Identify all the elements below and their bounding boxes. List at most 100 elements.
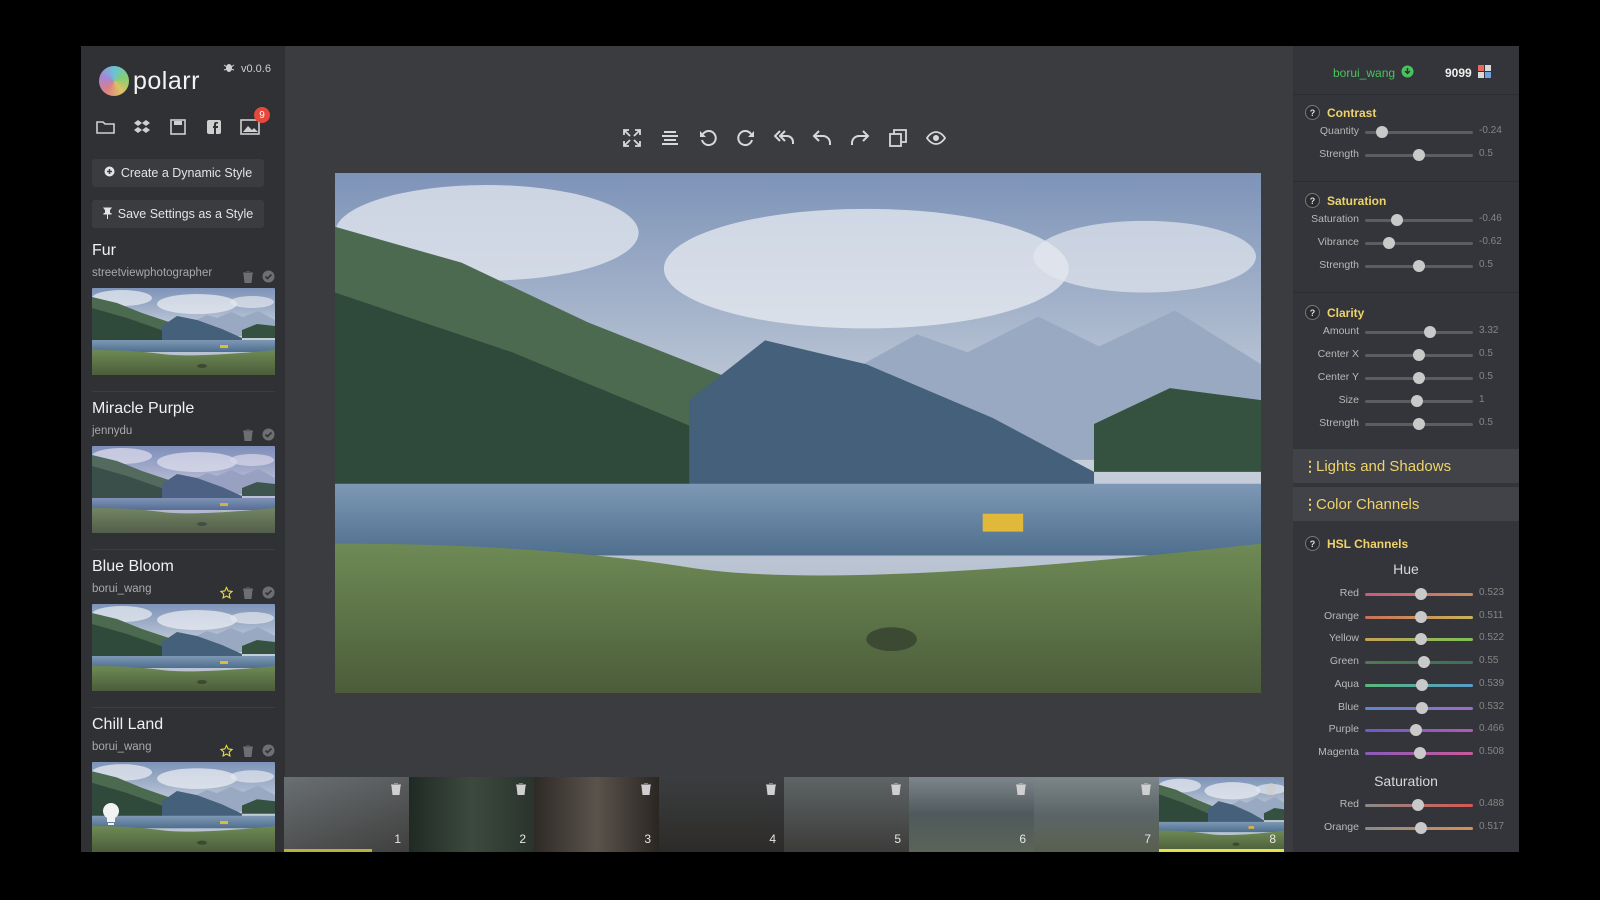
check-circle-icon[interactable]: [262, 744, 275, 757]
rotate-right-icon[interactable]: [735, 127, 757, 149]
style-thumbnail[interactable]: [92, 604, 275, 691]
slider-vibrance[interactable]: Vibrance -0.62: [1293, 236, 1519, 250]
style-thumbnail[interactable]: [92, 446, 275, 533]
slider-knob[interactable]: [1416, 701, 1429, 714]
trash-icon[interactable]: [1266, 782, 1276, 800]
slider-red[interactable]: Red 0.488: [1293, 798, 1519, 812]
star-icon[interactable]: [220, 585, 233, 599]
help-icon[interactable]: ?: [1305, 105, 1320, 120]
slider-track[interactable]: [1365, 821, 1473, 834]
slider-quantity[interactable]: Quantity -0.24: [1293, 125, 1519, 139]
style-item[interactable]: Fur streetviewphotographer: [92, 242, 275, 375]
redo-icon[interactable]: [849, 127, 871, 149]
slider-orange[interactable]: Orange 0.517: [1293, 821, 1519, 835]
style-thumbnail[interactable]: [92, 762, 275, 852]
trash-icon[interactable]: [766, 782, 776, 800]
trash-icon[interactable]: [241, 744, 254, 757]
slider-knob[interactable]: [1413, 372, 1425, 384]
slider-strength[interactable]: Strength 0.5: [1293, 148, 1519, 162]
slider-track[interactable]: [1365, 656, 1473, 669]
trash-icon[interactable]: [891, 782, 901, 800]
trash-icon[interactable]: [1141, 782, 1151, 800]
slider-track[interactable]: [1365, 395, 1473, 407]
slider-track[interactable]: [1365, 237, 1473, 249]
rotate-left-icon[interactable]: [697, 127, 719, 149]
slider-knob[interactable]: [1413, 349, 1425, 361]
help-icon[interactable]: ?: [1305, 305, 1320, 320]
style-thumbnail[interactable]: [92, 288, 275, 375]
create-dynamic-style-button[interactable]: Create a Dynamic Style: [92, 159, 264, 187]
slider-track[interactable]: [1365, 326, 1473, 338]
slider-knob[interactable]: [1418, 656, 1431, 669]
check-circle-icon[interactable]: [262, 270, 275, 283]
slider-magenta[interactable]: Magenta 0.508: [1293, 746, 1519, 760]
slider-track[interactable]: [1365, 349, 1473, 361]
slider-amount[interactable]: Amount 3.32: [1293, 325, 1519, 339]
save-settings-style-button[interactable]: Save Settings as a Style: [92, 200, 264, 228]
undo-icon[interactable]: [811, 127, 833, 149]
slider-track[interactable]: [1365, 633, 1473, 646]
slider-track[interactable]: [1365, 746, 1473, 759]
slider-aqua[interactable]: Aqua 0.539: [1293, 678, 1519, 692]
help-icon[interactable]: ?: [1305, 536, 1320, 551]
align-icon[interactable]: [659, 127, 681, 149]
slider-green[interactable]: Green 0.55: [1293, 655, 1519, 669]
film-frame[interactable]: 1: [284, 777, 409, 852]
trash-icon[interactable]: [1016, 782, 1026, 800]
style-item[interactable]: Blue Bloom borui_wang: [92, 558, 275, 691]
facebook-icon[interactable]: [203, 116, 225, 138]
style-item[interactable]: Chill Land borui_wang: [92, 716, 275, 852]
slider-saturation[interactable]: Saturation -0.46: [1293, 213, 1519, 227]
slider-strength[interactable]: Strength 0.5: [1293, 259, 1519, 273]
slider-knob[interactable]: [1415, 610, 1428, 623]
slider-size[interactable]: Size 1: [1293, 394, 1519, 408]
film-frame[interactable]: 5: [784, 777, 909, 852]
slider-knob[interactable]: [1413, 260, 1425, 272]
slider-track[interactable]: [1365, 610, 1473, 623]
slider-center-x[interactable]: Center X 0.5: [1293, 348, 1519, 362]
slider-track[interactable]: [1365, 372, 1473, 384]
slider-knob[interactable]: [1415, 588, 1428, 600]
slider-center-y[interactable]: Center Y 0.5: [1293, 371, 1519, 385]
slider-track[interactable]: [1365, 588, 1473, 600]
slider-track[interactable]: [1365, 799, 1473, 811]
trash-icon[interactable]: [641, 782, 651, 800]
slider-knob[interactable]: [1410, 395, 1423, 407]
credits[interactable]: 9099: [1445, 65, 1491, 81]
slider-blue[interactable]: Blue 0.532: [1293, 701, 1519, 715]
preview-eye-icon[interactable]: [925, 127, 947, 149]
slider-track[interactable]: [1365, 724, 1473, 737]
slider-knob[interactable]: [1416, 678, 1429, 691]
film-frame[interactable]: 4: [659, 777, 784, 852]
slider-knob[interactable]: [1376, 126, 1389, 138]
star-icon[interactable]: [220, 743, 233, 757]
film-frame[interactable]: 3: [534, 777, 659, 852]
film-frame[interactable]: 2: [409, 777, 534, 852]
style-item[interactable]: Miracle Purple jennydu: [92, 400, 275, 437]
slider-knob[interactable]: [1413, 149, 1425, 161]
trash-icon[interactable]: [241, 270, 254, 283]
slider-knob[interactable]: [1413, 418, 1425, 430]
slider-yellow[interactable]: Yellow 0.522: [1293, 632, 1519, 646]
color-channels-section[interactable]: ⋮ Color Channels: [1293, 487, 1519, 521]
gallery-icon[interactable]: 9: [239, 107, 270, 138]
slider-knob[interactable]: [1415, 633, 1428, 646]
slider-knob[interactable]: [1411, 799, 1424, 811]
film-frame[interactable]: 7: [1034, 777, 1159, 852]
slider-orange[interactable]: Orange 0.511: [1293, 610, 1519, 624]
slider-track[interactable]: [1365, 701, 1473, 714]
check-circle-icon[interactable]: [262, 586, 275, 599]
slider-knob[interactable]: [1382, 237, 1395, 249]
trash-icon[interactable]: [516, 782, 526, 800]
film-frame[interactable]: 6: [909, 777, 1034, 852]
photo-canvas[interactable]: [335, 173, 1261, 693]
film-frame-selected[interactable]: 8: [1159, 777, 1284, 852]
slider-track[interactable]: [1365, 260, 1473, 272]
open-folder-icon[interactable]: [95, 116, 117, 138]
slider-knob[interactable]: [1423, 326, 1436, 338]
fullscreen-icon[interactable]: [621, 127, 643, 149]
save-icon[interactable]: [167, 116, 189, 138]
slider-red[interactable]: Red 0.523: [1293, 587, 1519, 601]
slider-knob[interactable]: [1409, 724, 1422, 737]
slider-knob[interactable]: [1414, 746, 1427, 759]
